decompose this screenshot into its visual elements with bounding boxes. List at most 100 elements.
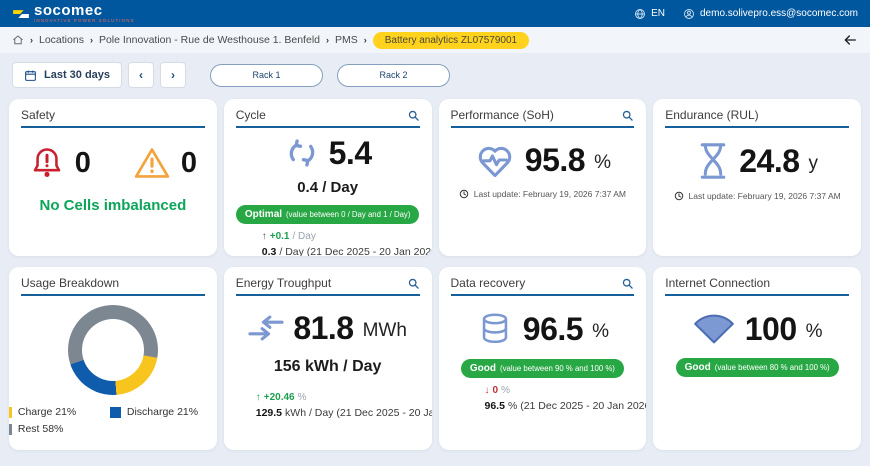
home-icon[interactable] bbox=[12, 34, 24, 46]
warning-counter: 0 bbox=[133, 144, 197, 182]
socomec-logo[interactable]: socomec Innovative Power Solutions bbox=[12, 3, 135, 24]
compare-value: 0.3 bbox=[262, 246, 277, 256]
card-safety-header: Safety bbox=[21, 108, 205, 128]
rack-2-button[interactable]: Rack 2 bbox=[337, 64, 450, 87]
compare-detail: kWh / Day (21 Dec 2025 - 20 Jan 2026) bbox=[285, 407, 431, 419]
language-selector[interactable]: EN bbox=[634, 8, 665, 20]
legend-item-rest: Rest 58% bbox=[9, 423, 106, 435]
previous-period-button[interactable]: ‹ bbox=[128, 62, 154, 88]
cycle-trend: ↑ +0.1 / Day bbox=[262, 231, 420, 242]
card-performance-title: Performance (SoH) bbox=[451, 108, 554, 122]
breadcrumb-separator: › bbox=[30, 35, 33, 45]
soh-value: 95.8 bbox=[525, 144, 585, 176]
discharge-label: Discharge 21% bbox=[127, 406, 198, 418]
alarm-counter: 0 bbox=[29, 144, 91, 182]
soh-unit: % bbox=[594, 152, 611, 174]
data-recovery-previous-period: 96.5% (21 Dec 2025 - 20 Jan 2026) bbox=[485, 400, 635, 412]
energy-unit: MWh bbox=[363, 320, 407, 342]
previous-chevron: ‹ bbox=[139, 68, 143, 82]
card-usage-header: Usage Breakdown bbox=[21, 276, 205, 296]
trend-value: +0.1 bbox=[270, 231, 290, 242]
card-energy-throughput: Energy Troughput 81.8 MWh 156 kWh / Day … bbox=[224, 267, 432, 450]
rack-1-button[interactable]: Rack 1 bbox=[210, 64, 323, 87]
card-energy-title: Energy Troughput bbox=[236, 276, 331, 290]
cycle-refresh-icon bbox=[284, 137, 320, 169]
energy-exchange-arrows-icon bbox=[248, 315, 284, 341]
cells-balance-status: No Cells imbalanced bbox=[21, 197, 205, 214]
trend-up-icon: ↑ bbox=[262, 231, 267, 242]
data-recovery-status-badge: Good (value between 90 % and 100 %) bbox=[461, 359, 624, 378]
internet-value: 100 bbox=[745, 313, 797, 345]
internet-status-badge: Good (value between 80 % and 100 %) bbox=[676, 358, 839, 377]
trend-up-icon: ↑ bbox=[256, 392, 261, 403]
breadcrumb-pms[interactable]: PMS bbox=[335, 34, 358, 46]
next-period-button[interactable]: › bbox=[160, 62, 186, 88]
breadcrumb-separator: › bbox=[326, 35, 329, 45]
card-performance-soh: Performance (SoH) 95.8 % Last update: Fe… bbox=[439, 99, 647, 256]
history-clock-icon bbox=[674, 191, 684, 201]
endurance-last-update: Last update: February 19, 2026 7:37 AM bbox=[665, 191, 849, 201]
card-data-recovery-title: Data recovery bbox=[451, 276, 526, 290]
cycle-value: 5.4 bbox=[329, 137, 372, 169]
cycle-previous-period: 0.3/ Day (21 Dec 2025 - 20 Jan 2026) bbox=[262, 246, 420, 256]
cycle-status-badge: Optimal (value between 0 / Day and 1 / D… bbox=[236, 205, 420, 224]
heart-pulse-icon bbox=[474, 141, 516, 179]
energy-per-day: 156 kWh / Day bbox=[236, 358, 420, 376]
performance-last-update: Last update: February 19, 2026 7:37 AM bbox=[451, 189, 635, 199]
card-usage-breakdown: Usage Breakdown Charge 21% Discharge 21%… bbox=[9, 267, 217, 450]
breadcrumb-current-page: Battery analytics ZL07579001 bbox=[373, 32, 529, 49]
date-range-button[interactable]: Last 30 days bbox=[12, 62, 122, 88]
next-chevron: › bbox=[171, 68, 175, 82]
legend-item-charge: Charge 21% bbox=[9, 406, 106, 418]
card-internet-title: Internet Connection bbox=[665, 276, 770, 290]
language-label: EN bbox=[651, 8, 665, 19]
usage-donut-chart bbox=[68, 305, 158, 395]
magnifier-icon[interactable] bbox=[621, 109, 634, 122]
discharge-swatch bbox=[110, 407, 121, 418]
card-safety-title: Safety bbox=[21, 108, 55, 122]
last-update-text: Last update: February 19, 2026 7:37 AM bbox=[689, 191, 841, 201]
card-energy-header: Energy Troughput bbox=[236, 276, 420, 296]
energy-value: 81.8 bbox=[293, 312, 353, 344]
rest-swatch bbox=[9, 424, 12, 435]
energy-previous-period: 129.5kWh / Day (21 Dec 2025 - 20 Jan 202… bbox=[256, 407, 420, 419]
warning-count: 0 bbox=[181, 147, 197, 180]
magnifier-icon[interactable] bbox=[407, 109, 420, 122]
card-internet-header: Internet Connection bbox=[665, 276, 849, 296]
alarm-bell-icon bbox=[29, 145, 65, 181]
card-endurance-rul: Endurance (RUL) 24.8 y Last update: Febr… bbox=[653, 99, 861, 256]
card-data-recovery-header: Data recovery bbox=[451, 276, 635, 296]
badge-label: Optimal bbox=[245, 209, 282, 220]
breadcrumb-separator: › bbox=[90, 35, 93, 45]
badge-label: Good bbox=[685, 362, 711, 373]
data-recovery-unit: % bbox=[592, 321, 609, 343]
date-range-label: Last 30 days bbox=[44, 69, 110, 81]
cycle-per-day: 0.4 / Day bbox=[236, 179, 420, 196]
rul-unit: y bbox=[809, 153, 819, 175]
card-endurance-title: Endurance (RUL) bbox=[665, 108, 758, 122]
card-cycle-header: Cycle bbox=[236, 108, 420, 128]
last-update-text: Last update: February 19, 2026 7:37 AM bbox=[474, 189, 626, 199]
breadcrumb-site[interactable]: Pole Innovation - Rue de Westhouse 1. Be… bbox=[99, 34, 320, 46]
brand-tagline: Innovative Power Solutions bbox=[34, 19, 135, 24]
card-cycle-title: Cycle bbox=[236, 108, 266, 122]
card-usage-title: Usage Breakdown bbox=[21, 276, 119, 290]
card-cycle: Cycle 5.4 0.4 / Day Optimal (value betwe… bbox=[224, 99, 432, 256]
breadcrumb: › Locations › Pole Innovation - Rue de W… bbox=[0, 27, 870, 53]
magnifier-icon[interactable] bbox=[407, 277, 420, 290]
user-icon bbox=[683, 8, 695, 20]
user-account[interactable]: demo.solivepro.ess@socomec.com bbox=[683, 8, 858, 20]
back-arrow-icon[interactable] bbox=[842, 32, 858, 48]
wifi-icon bbox=[692, 313, 736, 345]
charge-swatch bbox=[9, 407, 12, 418]
breadcrumb-locations[interactable]: Locations bbox=[39, 34, 84, 46]
rul-value: 24.8 bbox=[739, 145, 799, 177]
trend-down-icon: ↓ bbox=[485, 385, 490, 396]
legend-item-discharge: Discharge 21% bbox=[110, 406, 217, 418]
badge-detail: (value between 0 / Day and 1 / Day) bbox=[286, 210, 410, 219]
internet-unit: % bbox=[806, 321, 823, 343]
magnifier-icon[interactable] bbox=[621, 277, 634, 290]
app-header: socomec Innovative Power Solutions EN de… bbox=[0, 0, 870, 27]
card-internet-connection: Internet Connection 100 % Good (value be… bbox=[653, 267, 861, 450]
hourglass-icon bbox=[696, 141, 730, 181]
